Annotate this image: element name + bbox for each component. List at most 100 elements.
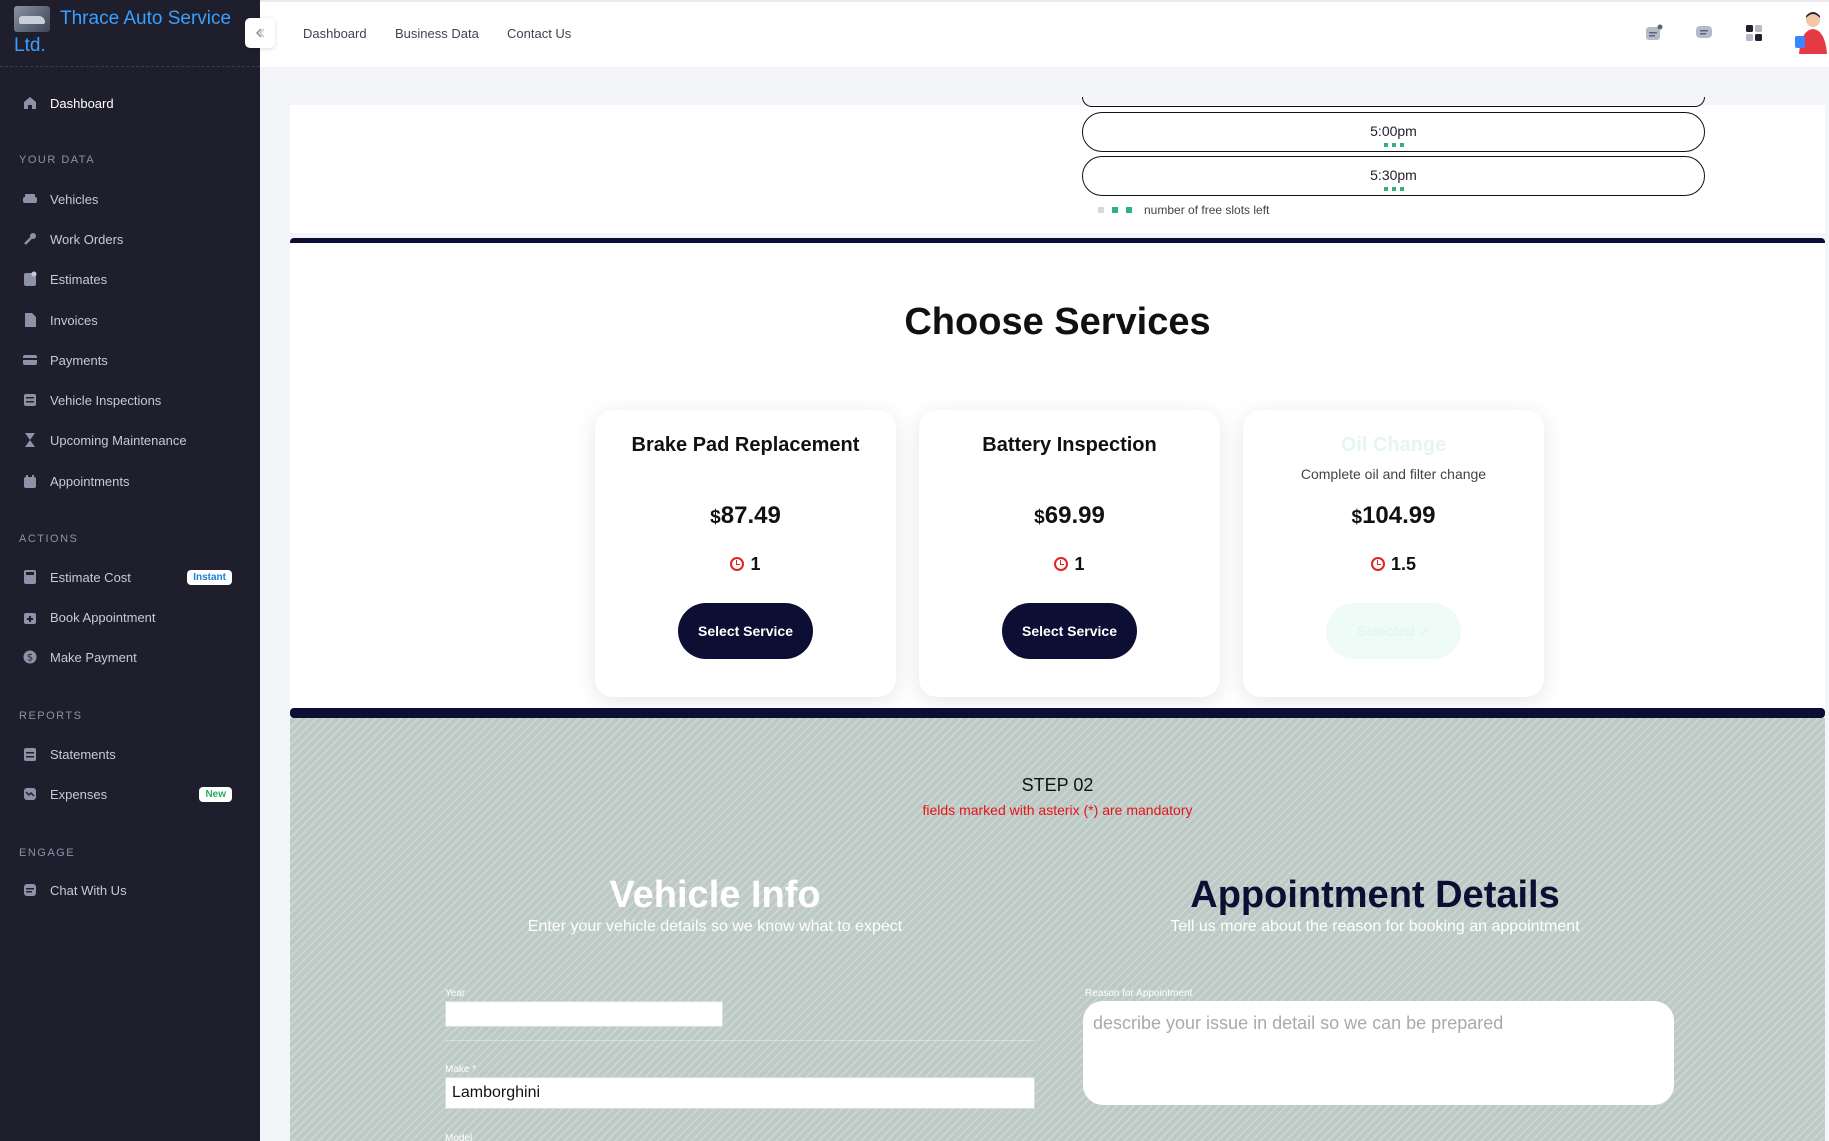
select-service-button[interactable]: Select Service: [1002, 603, 1137, 659]
brand[interactable]: Thrace Auto Service Ltd.: [0, 0, 260, 67]
reason-label: Reason for Appointment: [1085, 988, 1193, 999]
sidebar-item-label: Upcoming Maintenance: [50, 432, 187, 448]
time-slot-530pm[interactable]: 5:30pm: [1082, 156, 1705, 196]
appointment-details-subtitle: Tell us more about the reason for bookin…: [1170, 918, 1580, 935]
sidebar-collapse-button[interactable]: [245, 18, 275, 48]
reason-placeholder: describe your issue in detail so we can …: [1093, 1013, 1504, 1033]
top-link-business-data[interactable]: Business Data: [395, 26, 479, 41]
time-slot-label: 5:00pm: [1370, 123, 1417, 139]
services-section: Choose Services Brake Pad Replacement $8…: [290, 243, 1825, 713]
step-label: STEP 02: [1021, 775, 1094, 795]
sidebar-item-label: Statements: [50, 746, 116, 762]
duration-value: 1: [1074, 554, 1085, 574]
service-card-battery-inspection[interactable]: Battery Inspection $69.99 1 Select Servi…: [919, 410, 1220, 697]
user-avatar[interactable]: [1793, 10, 1829, 56]
calendar-icon: [22, 473, 38, 489]
checklist-icon: [22, 392, 38, 408]
sidebar-item-appointments[interactable]: Appointments: [22, 469, 232, 493]
duration-value: 1.5: [1390, 554, 1417, 574]
wrench-icon: [22, 231, 38, 247]
sidebar-item-label: Invoices: [50, 312, 98, 328]
slots-legend: number of free slots left: [1098, 203, 1269, 217]
top-link-dashboard[interactable]: Dashboard: [303, 26, 367, 41]
card-icon: [22, 352, 38, 368]
messages-icon[interactable]: [1695, 24, 1713, 42]
service-card-brake-pad[interactable]: Brake Pad Replacement $87.49 1 Select Se…: [595, 410, 896, 697]
sidebar-item-chat-with-us[interactable]: Chat With Us: [22, 878, 232, 902]
sidebar-item-dashboard[interactable]: Dashboard: [22, 91, 232, 115]
free-slot-dots: [1083, 187, 1704, 191]
service-price: $104.99: [1243, 502, 1544, 530]
home-icon: [22, 95, 38, 111]
sidebar-item-estimates[interactable]: Estimates: [22, 267, 232, 291]
sidebar-item-label: Vehicle Inspections: [50, 392, 162, 408]
time-slot-partial[interactable]: [1082, 97, 1705, 107]
sidebar-item-payments[interactable]: Payments: [22, 348, 232, 372]
time-slots-panel: 5:00pm 5:30pm number of free slots left: [290, 97, 1825, 233]
sidebar-item-expenses[interactable]: Expenses New: [22, 782, 232, 806]
selected-service-button[interactable]: Selected ✓: [1326, 603, 1461, 659]
service-description: [919, 466, 1220, 483]
service-duration: 1: [595, 554, 896, 575]
service-description: [595, 466, 896, 483]
service-duration: 1.5: [1243, 554, 1544, 575]
sidebar-item-upcoming-maintenance[interactable]: Upcoming Maintenance: [22, 428, 232, 452]
section-divider: [290, 708, 1825, 718]
sidebar-item-make-payment[interactable]: $ Make Payment: [22, 645, 232, 669]
service-name: Oil Change: [1340, 434, 1447, 456]
hourglass-icon: [22, 432, 38, 448]
slots-legend-text: number of free slots left: [1144, 203, 1270, 217]
estimate-icon: [22, 271, 38, 287]
reason-textarea[interactable]: describe your issue in detail so we can …: [1083, 1001, 1674, 1105]
vehicle-info-subtitle: Enter your vehicle details so we know wh…: [527, 918, 903, 935]
sidebar-item-statements[interactable]: Statements: [22, 742, 232, 766]
services-title: Choose Services: [904, 301, 1211, 343]
service-price: $87.49: [595, 502, 896, 530]
invoice-icon: [22, 312, 38, 328]
apps-grid-icon[interactable]: [1745, 24, 1763, 42]
price-value: 69.99: [1044, 502, 1105, 529]
chevron-left-icon: [255, 28, 265, 38]
sidebar-item-work-orders[interactable]: Work Orders: [22, 227, 232, 251]
clock-icon: [730, 557, 745, 571]
sidebar-item-invoices[interactable]: Invoices: [22, 308, 232, 332]
sidebar-item-label: Appointments: [50, 473, 130, 489]
statement-icon: [22, 746, 38, 762]
year-input[interactable]: [445, 1001, 723, 1027]
section-reports: REPORTS: [19, 710, 83, 722]
section-engage: ENGAGE: [19, 847, 76, 859]
sidebar-item-label: Make Payment: [50, 649, 137, 665]
appointment-details-title: Appointment Details: [1190, 874, 1560, 916]
sidebar-item-vehicles[interactable]: Vehicles: [22, 187, 232, 211]
notifications-icon[interactable]: [1645, 24, 1663, 42]
step-02-section: STEP 02 fields marked with asterix (*) a…: [290, 718, 1825, 1141]
sidebar: Thrace Auto Service Ltd. Dashboard YOUR …: [0, 0, 260, 1141]
select-service-button[interactable]: Select Service: [678, 603, 813, 659]
chat-icon: [22, 882, 38, 898]
time-slot-label: 5:30pm: [1370, 167, 1417, 183]
sidebar-item-label: Expenses: [50, 786, 108, 802]
calendar-plus-icon: [22, 609, 38, 625]
service-card-oil-change[interactable]: Oil Change Complete oil and filter chang…: [1243, 410, 1544, 697]
time-slot-500pm[interactable]: 5:00pm: [1082, 112, 1705, 152]
sidebar-item-label: Book Appointment: [50, 609, 156, 625]
sidebar-item-label: Dashboard: [50, 95, 114, 111]
mandatory-note: fields marked with asterix (*) are manda…: [922, 802, 1193, 818]
top-link-contact-us[interactable]: Contact Us: [507, 26, 571, 41]
sidebar-item-book-appointment[interactable]: Book Appointment: [22, 605, 232, 629]
vehicle-info-title: Vehicle Info: [609, 874, 821, 916]
make-input[interactable]: [445, 1077, 1035, 1109]
brand-logo-icon: [14, 6, 50, 32]
sidebar-item-estimate-cost[interactable]: Estimate Cost Instant: [22, 565, 232, 589]
calculator-icon: [22, 569, 38, 585]
service-name: Battery Inspection: [982, 434, 1157, 456]
topbar: Dashboard Business Data Contact Us: [260, 0, 1829, 67]
duration-value: 1: [750, 554, 761, 574]
service-name: Brake Pad Replacement: [631, 434, 860, 456]
car-icon: [22, 191, 38, 207]
service-duration: 1: [919, 554, 1220, 575]
sidebar-item-label: Work Orders: [50, 231, 124, 247]
sidebar-item-vehicle-inspections[interactable]: Vehicle Inspections: [22, 388, 232, 412]
make-label: Make *: [445, 1064, 477, 1075]
svg-text:$: $: [27, 653, 33, 664]
